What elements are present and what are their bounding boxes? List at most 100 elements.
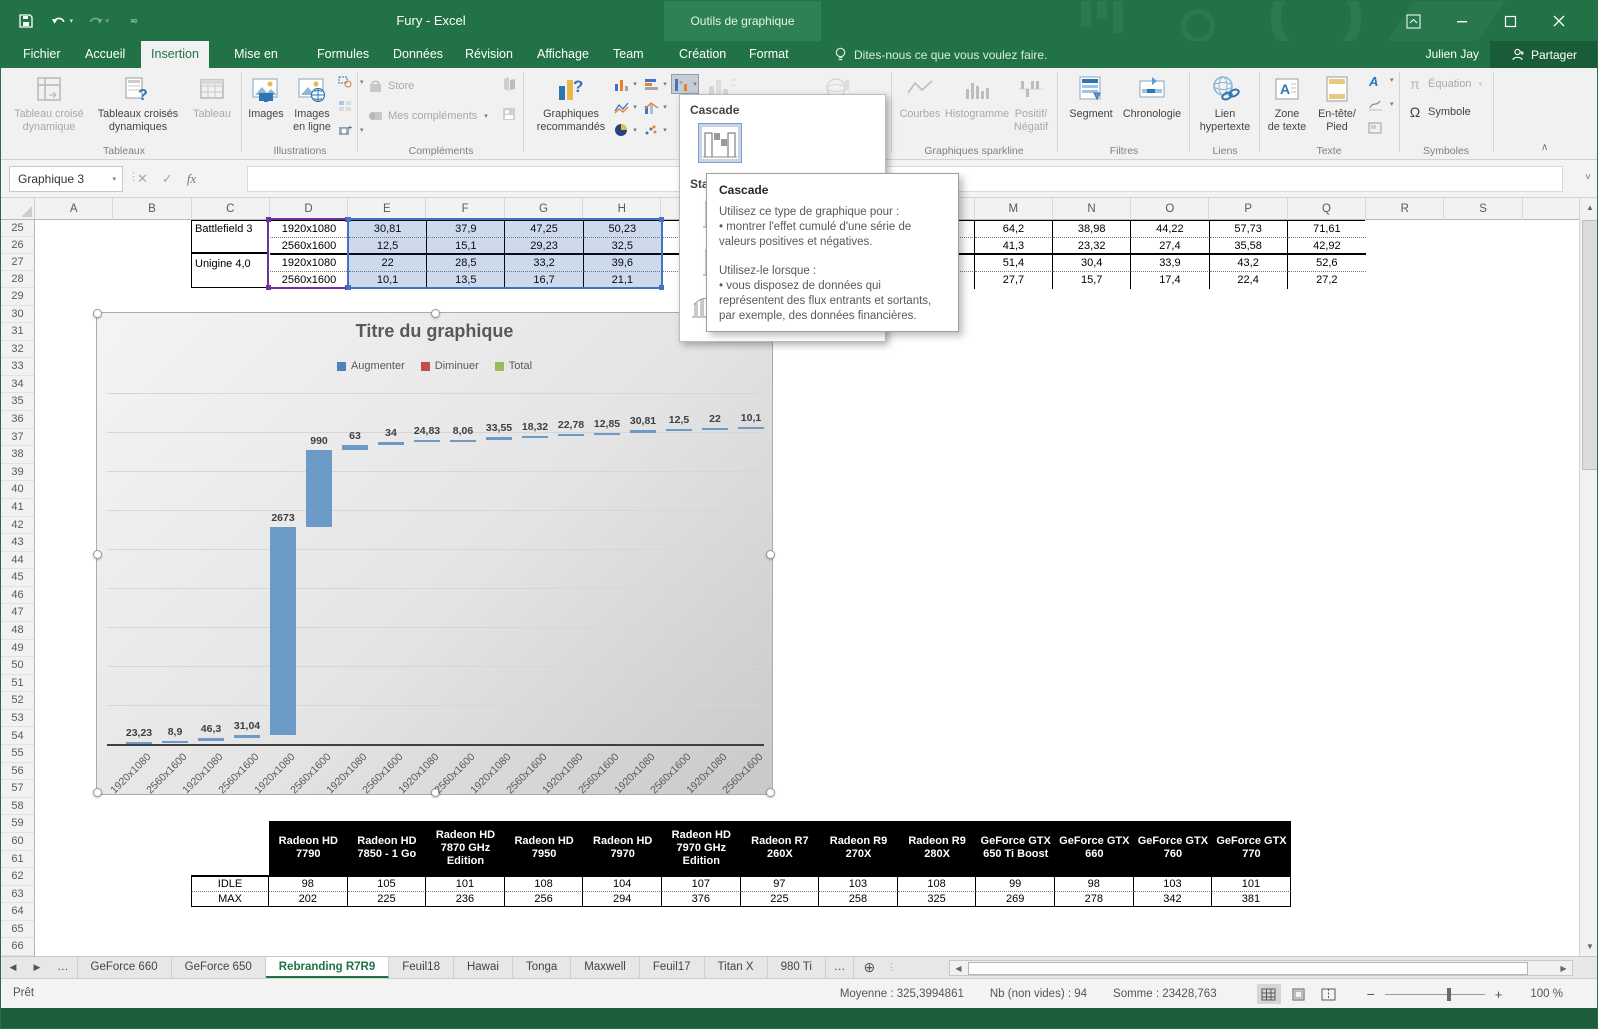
header-footer-button[interactable]: En-tête/ Pied	[1311, 70, 1363, 133]
sheet-tab-feuil17[interactable]: Feuil17	[640, 957, 705, 978]
game-cell[interactable]: Battlefield 3	[192, 221, 269, 254]
sheet-overflow-left[interactable]: …	[49, 957, 78, 978]
bar-chart-button[interactable]: ▾	[641, 74, 669, 94]
scroll-up-arrow[interactable]: ▲	[1581, 198, 1598, 216]
vertical-scroll-thumb[interactable]	[1582, 220, 1598, 470]
tab-format[interactable]: Format	[739, 41, 795, 68]
row-header-59[interactable]: 59	[1, 815, 34, 833]
equation-button[interactable]: π Équation▾	[1407, 76, 1482, 92]
row-header-30[interactable]: 30	[1, 306, 34, 324]
enter-formula-button[interactable]: ✓	[162, 171, 173, 187]
column-header-C[interactable]: C	[192, 198, 270, 220]
wordart-button[interactable]: A▾	[1367, 72, 1394, 88]
value-cell[interactable]: 64,2	[975, 221, 1053, 238]
shapes-button[interactable]: ▾	[337, 74, 364, 90]
zoom-level[interactable]: 100 %	[1530, 988, 1563, 1000]
recommended-pivot-button[interactable]: ? Tableaux croisés dynamiques	[91, 70, 185, 133]
row-header-64[interactable]: 64	[1, 903, 34, 921]
row-header-49[interactable]: 49	[1, 640, 34, 658]
column-header-D[interactable]: D	[270, 198, 348, 220]
chart-selection-handle[interactable]	[93, 309, 102, 318]
row-header-61[interactable]: 61	[1, 851, 34, 869]
value-cell[interactable]: 17,4	[1131, 272, 1209, 289]
row-header-28[interactable]: 28	[1, 271, 34, 288]
chart-selection-handle[interactable]	[93, 550, 102, 559]
tab-donnees[interactable]: Données	[383, 41, 445, 68]
sheet-overflow-right[interactable]: …	[826, 957, 855, 978]
cancel-formula-button[interactable]: ✕	[137, 171, 148, 187]
hscroll-left-arrow[interactable]: ◀	[950, 961, 967, 975]
row-header-57[interactable]: 57	[1, 780, 34, 798]
value-cell[interactable]: 15,7	[1053, 272, 1131, 289]
waterfall-bar[interactable]	[702, 428, 728, 430]
row-header-58[interactable]: 58	[1, 798, 34, 816]
legend-item[interactable]: Total	[495, 360, 532, 372]
row-header-29[interactable]: 29	[1, 288, 34, 306]
signature-line-button[interactable]: ▾	[1367, 96, 1394, 112]
value-cell[interactable]: 43,2	[1210, 255, 1288, 272]
column-header-G[interactable]: G	[505, 198, 583, 220]
tab-creation[interactable]: Création	[669, 41, 733, 68]
minimize-button[interactable]	[1440, 1, 1484, 41]
row-header-44[interactable]: 44	[1, 552, 34, 570]
waterfall-bar[interactable]	[666, 429, 692, 431]
value-cell[interactable]: 27,7	[975, 272, 1053, 289]
waterfall-bar[interactable]	[558, 434, 584, 436]
value-cell[interactable]: 28,5	[427, 255, 505, 272]
column-header-E[interactable]: E	[348, 198, 426, 220]
page-layout-view-button[interactable]	[1287, 984, 1311, 1004]
name-box-arrow-icon[interactable]: ▾	[112, 175, 116, 183]
chart-legend[interactable]: AugmenterDiminuerTotal	[97, 360, 772, 372]
value-cell[interactable]: 51,4	[975, 255, 1053, 272]
row-header-55[interactable]: 55	[1, 745, 34, 763]
column-header-H[interactable]: H	[583, 198, 661, 220]
tab-formules[interactable]: Formules	[307, 41, 371, 68]
column-header-O[interactable]: O	[1131, 198, 1209, 220]
row-header-65[interactable]: 65	[1, 921, 34, 939]
row-header-27[interactable]: 27	[1, 254, 34, 271]
row-header-50[interactable]: 50	[1, 657, 34, 675]
value-cell[interactable]: 33,9	[1131, 255, 1209, 272]
row-header-37[interactable]: 37	[1, 429, 34, 447]
column-header-R[interactable]: R	[1366, 198, 1444, 220]
value-cell[interactable]: 41,3	[975, 238, 1053, 255]
sheet-nav-left-icon[interactable]: ◀	[1, 957, 25, 978]
column-header-M[interactable]: M	[975, 198, 1053, 220]
waterfall-bar[interactable]	[594, 433, 620, 435]
value-cell[interactable]: 39,6	[584, 255, 662, 272]
value-cell[interactable]: 50,23	[584, 221, 662, 238]
normal-view-button[interactable]	[1257, 984, 1281, 1004]
resolution-cell[interactable]: 2560x1600	[270, 238, 349, 255]
game-cell[interactable]: Unigine 4,0	[192, 256, 269, 287]
column-header-F[interactable]: F	[427, 198, 505, 220]
value-cell[interactable]: 16,7	[505, 272, 583, 289]
waterfall-bar[interactable]	[486, 437, 512, 440]
chart-object[interactable]: Titre du graphique AugmenterDiminuerTota…	[96, 312, 773, 795]
expand-formula-bar-icon[interactable]: ˅	[1585, 172, 1591, 183]
add-sheet-button[interactable]: ⊕	[854, 957, 884, 978]
insert-function-button[interactable]: fx	[187, 171, 196, 187]
column-chart-button[interactable]: ▾	[611, 74, 639, 94]
hyperlink-button[interactable]: Lien hypertexte	[1195, 70, 1255, 133]
value-cell[interactable]: 38,98	[1053, 221, 1131, 238]
resolution-cell[interactable]: 1920x1080	[270, 221, 349, 238]
textbox-button[interactable]: A Zone de texte	[1263, 70, 1311, 133]
combo-chart-button[interactable]: ▾	[641, 97, 669, 117]
sheet-tab-titan-x[interactable]: Titan X	[705, 957, 768, 978]
tell-me-box[interactable]: Dites-nous ce que vous voulez faire.	[834, 41, 1047, 68]
screenshot-button[interactable]: +▾	[337, 122, 364, 138]
sheet-tab-hawai[interactable]: Hawai	[454, 957, 513, 978]
value-cell[interactable]: 29,23	[505, 238, 583, 255]
column-header-A[interactable]: A	[35, 198, 113, 220]
row-header-34[interactable]: 34	[1, 376, 34, 394]
sparkline-winloss-button[interactable]: Positif/ Négatif	[1008, 70, 1054, 133]
value-cell[interactable]: 30,4	[1053, 255, 1131, 272]
sheet-tab-tonga[interactable]: Tonga	[513, 957, 571, 978]
row-header-54[interactable]: 54	[1, 728, 34, 746]
chart-selection-handle[interactable]	[766, 788, 775, 797]
column-header-P[interactable]: P	[1210, 198, 1288, 220]
smartart-button[interactable]	[337, 98, 353, 114]
row-header-38[interactable]: 38	[1, 446, 34, 464]
value-cell[interactable]: 71,61	[1288, 221, 1366, 238]
value-cell[interactable]: 21,1	[584, 272, 662, 289]
